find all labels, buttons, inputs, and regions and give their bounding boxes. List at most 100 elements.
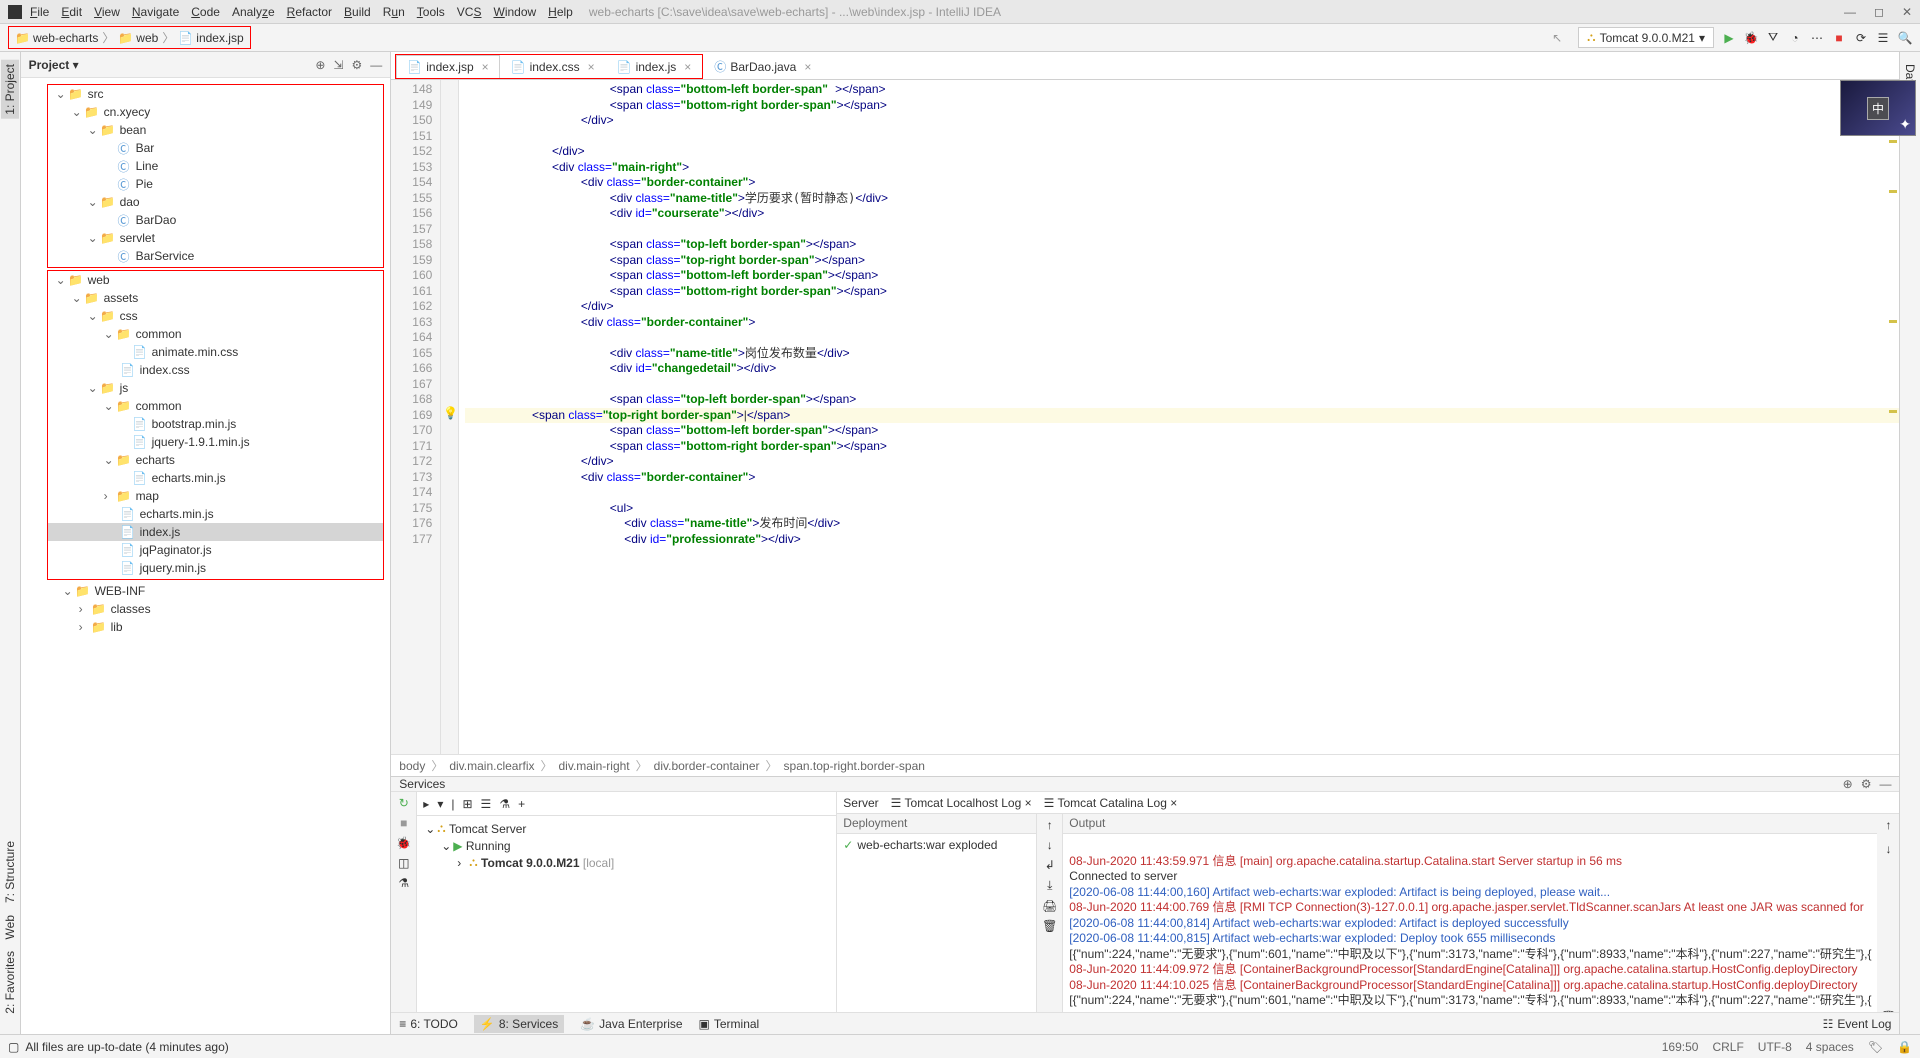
- breadcrumb-file[interactable]: 📄index.jsp: [178, 31, 243, 45]
- tab-web[interactable]: Web: [1, 911, 19, 943]
- print-icon[interactable]: 🖨: [1042, 899, 1057, 913]
- rerun-icon[interactable]: ↻: [399, 796, 409, 810]
- tree-jquerymin[interactable]: jquery.min.js: [140, 561, 206, 575]
- list-icon[interactable]: ☰: [481, 797, 492, 811]
- tree-bootstrap[interactable]: bootstrap.min.js: [152, 417, 237, 431]
- crumb-body[interactable]: body: [399, 759, 425, 773]
- breadcrumb-web[interactable]: 📁web: [118, 31, 158, 45]
- cursor-position[interactable]: 169:50: [1662, 1040, 1699, 1054]
- status-icon[interactable]: ▢: [8, 1040, 19, 1054]
- tab-index-jsp[interactable]: 📄index.jsp×: [396, 55, 499, 78]
- tab-catalina-log[interactable]: ☰ Tomcat Catalina Log ×: [1044, 796, 1178, 810]
- minimize-icon[interactable]: —: [1844, 5, 1856, 19]
- services-tree[interactable]: ⌄⛬ Tomcat Server ⌄▶ Running ›⛬ Tomcat 9.…: [417, 816, 836, 1028]
- menu-file[interactable]: File: [30, 5, 49, 19]
- menu-navigate[interactable]: Navigate: [132, 5, 179, 19]
- maximize-icon[interactable]: ◻: [1874, 5, 1884, 19]
- menu-vcs[interactable]: VCS: [457, 5, 482, 19]
- tab-favorites[interactable]: 2: Favorites: [1, 947, 19, 1018]
- update-icon[interactable]: ⟳: [1854, 31, 1868, 45]
- add-icon[interactable]: +: [518, 797, 525, 811]
- lock-icon[interactable]: 🔒: [1897, 1040, 1912, 1054]
- up-icon[interactable]: ↑: [1047, 818, 1053, 832]
- down-icon[interactable]: ↓: [1047, 838, 1053, 852]
- close-icon[interactable]: ×: [588, 60, 595, 74]
- tab-todo[interactable]: ≡ 6: TODO: [399, 1017, 458, 1031]
- layout-icon[interactable]: ◫: [398, 856, 409, 870]
- tree-assets[interactable]: assets: [104, 291, 139, 305]
- search-icon[interactable]: 🔍: [1898, 31, 1912, 45]
- line-separator[interactable]: CRLF: [1712, 1040, 1743, 1054]
- tree-echartsmin1[interactable]: echarts.min.js: [152, 471, 226, 485]
- gear-icon[interactable]: ⚙: [352, 58, 363, 72]
- menu-tools[interactable]: Tools: [417, 5, 445, 19]
- clear-icon[interactable]: 🗑: [1042, 919, 1057, 933]
- tree-webinf[interactable]: WEB-INF: [95, 584, 146, 598]
- tab-index-css[interactable]: 📄index.css×: [500, 55, 606, 78]
- crumb-span[interactable]: span.top-right.border-span: [784, 759, 925, 773]
- error-stripe[interactable]: [1887, 80, 1897, 754]
- tree-bar[interactable]: Bar: [136, 141, 155, 155]
- tab-index-js[interactable]: 📄index.js×: [606, 55, 703, 78]
- tab-services[interactable]: ⚡ 8: Services: [474, 1015, 564, 1033]
- deploy-artifact[interactable]: ✓web-echarts:war exploded: [837, 834, 1036, 856]
- scroll-up-icon[interactable]: ↑: [1885, 818, 1891, 832]
- tab-structure[interactable]: 7: Structure: [1, 837, 19, 907]
- close-icon[interactable]: ×: [804, 60, 811, 74]
- tree-pkg[interactable]: cn.xyecy: [104, 105, 151, 119]
- tree-js[interactable]: js: [120, 381, 129, 395]
- expand-icon[interactable]: ⊕: [1843, 777, 1853, 791]
- crumb-mainright[interactable]: div.main-right: [559, 759, 630, 773]
- file-encoding[interactable]: UTF-8: [1758, 1040, 1792, 1054]
- attach-icon[interactable]: ⋯: [1810, 31, 1824, 45]
- stop-icon[interactable]: ■: [400, 816, 407, 830]
- tab-server[interactable]: Server: [843, 796, 878, 810]
- tree-common1[interactable]: common: [136, 327, 182, 341]
- menu-view[interactable]: View: [94, 5, 120, 19]
- menu-window[interactable]: Window: [493, 5, 536, 19]
- close-icon[interactable]: ×: [482, 60, 489, 74]
- tree-pie[interactable]: Pie: [136, 177, 153, 191]
- target-icon[interactable]: ⊕: [315, 58, 325, 72]
- menu-build[interactable]: Build: [344, 5, 371, 19]
- tree-common2[interactable]: common: [136, 399, 182, 413]
- tree-jquery191[interactable]: jquery-1.9.1.min.js: [152, 435, 250, 449]
- tree-barservice[interactable]: BarService: [136, 249, 195, 263]
- console-output[interactable]: 08-Jun-2020 11:43:59.971 信息 [main] org.a…: [1063, 834, 1877, 1028]
- stop-icon[interactable]: ■: [1832, 31, 1846, 45]
- collapse-all-icon[interactable]: ▾: [437, 797, 443, 811]
- tree-line[interactable]: Line: [136, 159, 159, 173]
- hide-icon[interactable]: —: [370, 58, 382, 72]
- scroll-icon[interactable]: ⤓: [1047, 878, 1052, 893]
- indent-settings[interactable]: 4 spaces: [1806, 1040, 1854, 1054]
- coverage-icon[interactable]: ⛛: [1766, 31, 1780, 45]
- expand-all-icon[interactable]: ▸: [423, 797, 429, 811]
- ime-indicator[interactable]: 中 ✦: [1840, 80, 1916, 136]
- run-icon[interactable]: ▶: [1722, 31, 1736, 45]
- code-editor[interactable]: 1481491501511521531541551561571581591601…: [391, 80, 1899, 754]
- menu-refactor[interactable]: Refactor: [287, 5, 332, 19]
- tree-lib[interactable]: lib: [111, 620, 123, 634]
- tab-localhost-log[interactable]: ☰ Tomcat Localhost Log ×: [891, 796, 1032, 810]
- tree-animate[interactable]: animate.min.css: [152, 345, 239, 359]
- code-text[interactable]: <span class="bottom-left border-span" ><…: [459, 80, 1899, 754]
- wrap-icon[interactable]: ↲: [1045, 858, 1055, 872]
- tree-indexcss[interactable]: index.css: [140, 363, 190, 377]
- collapse-icon[interactable]: ⇲: [333, 58, 343, 72]
- bulb-icon[interactable]: 💡: [443, 406, 458, 420]
- profile-icon[interactable]: ◔: [1788, 31, 1802, 45]
- menu-code[interactable]: Code: [191, 5, 220, 19]
- inspection-icon[interactable]: 🏷: [1868, 1040, 1883, 1054]
- tab-bardao-java[interactable]: ⒸBarDao.java×: [703, 53, 822, 79]
- run-configuration-dropdown[interactable]: ⛬ Tomcat 9.0.0.M21 ▾: [1578, 27, 1714, 48]
- tree-indexjs[interactable]: index.js: [140, 525, 181, 539]
- menu-analyze[interactable]: Analyze: [232, 5, 275, 19]
- crumb-main[interactable]: div.main.clearfix: [449, 759, 534, 773]
- tab-event-log[interactable]: ☷ Event Log: [1823, 1017, 1892, 1031]
- tree-servlet[interactable]: servlet: [120, 231, 155, 245]
- tree-echartsmin2[interactable]: echarts.min.js: [140, 507, 214, 521]
- tree-classes[interactable]: classes: [111, 602, 151, 616]
- breadcrumb-root[interactable]: 📁web-echarts: [15, 31, 98, 45]
- tree-src[interactable]: src: [88, 87, 104, 101]
- tab-terminal[interactable]: ▣ Terminal: [699, 1017, 760, 1031]
